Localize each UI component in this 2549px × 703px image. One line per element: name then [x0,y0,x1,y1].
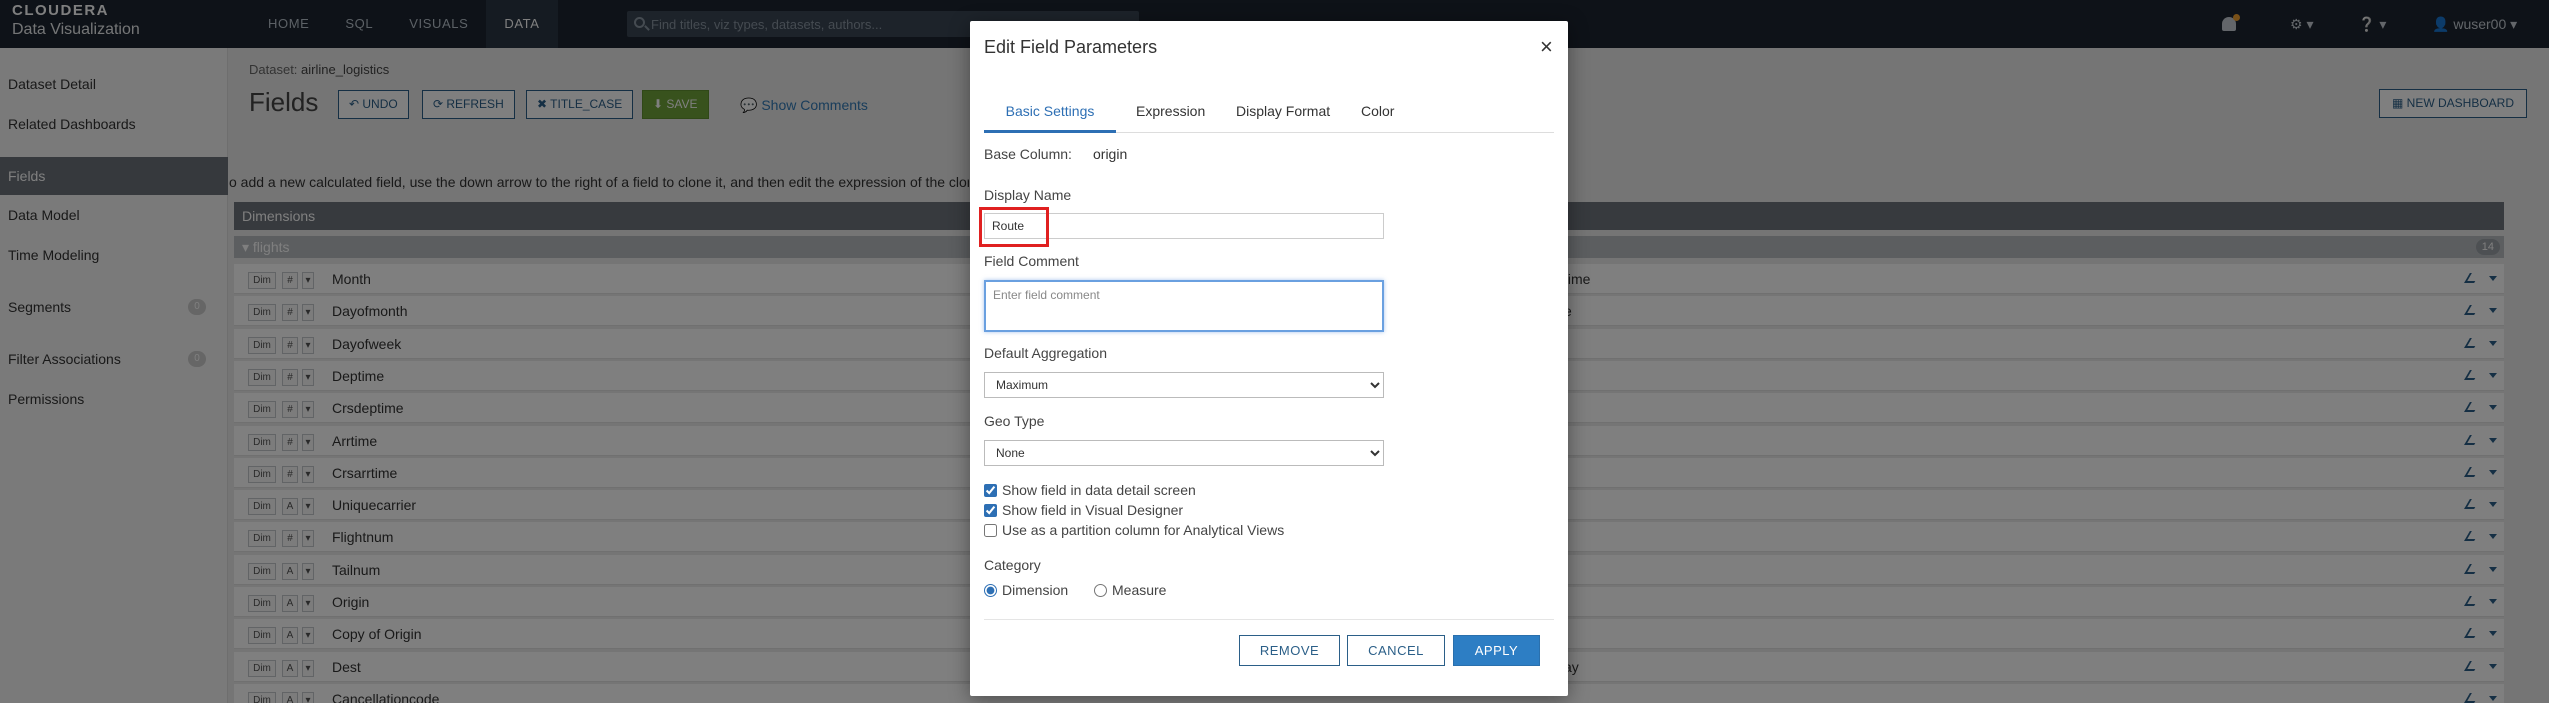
checkbox-label: Show field in data detail screen [1002,482,1196,498]
edit-field-modal: Edit Field Parameters × Basic Settings E… [970,21,1568,696]
base-column-label: Base Column: [984,146,1072,162]
tab-display-format[interactable]: Display Format [1226,97,1340,133]
checkbox[interactable] [984,503,997,517]
radio[interactable] [1094,583,1107,597]
radio-label: Dimension [1002,582,1069,598]
partition-column-checkbox[interactable]: Use as a partition column for Analytical… [984,522,1284,538]
base-column-value: origin [1093,146,1128,162]
checkbox-label: Use as a partition column for Analytical… [1002,522,1285,538]
checkbox[interactable] [984,483,997,497]
default-aggregation-label: Default Aggregation [984,345,1107,361]
tab-expression[interactable]: Expression [1126,97,1215,133]
category-label: Category [984,557,1041,573]
show-in-detail-checkbox[interactable]: Show field in data detail screen [984,482,1196,498]
remove-button[interactable]: REMOVE [1239,635,1340,666]
checkbox[interactable] [984,523,997,537]
cancel-button[interactable]: CANCEL [1347,635,1445,666]
geo-type-label: Geo Type [984,413,1045,429]
modal-tabs: Basic Settings Expression Display Format… [984,97,1554,133]
radio[interactable] [984,583,997,597]
checkbox-label: Show field in Visual Designer [1002,502,1184,518]
modal-footer-divider [984,619,1554,620]
close-icon[interactable]: × [1540,34,1553,60]
category-dimension-radio[interactable]: Dimension [984,582,1068,598]
default-aggregation-select[interactable]: Maximum [984,372,1384,398]
category-measure-radio[interactable]: Measure [1094,582,1166,598]
highlight-box [979,207,1049,247]
radio-label: Measure [1112,582,1167,598]
display-name-label: Display Name [984,187,1072,203]
tab-color[interactable]: Color [1351,97,1404,133]
show-in-designer-checkbox[interactable]: Show field in Visual Designer [984,502,1183,518]
field-comment-input[interactable] [984,280,1384,332]
geo-type-select[interactable]: None [984,440,1384,466]
modal-title: Edit Field Parameters [984,37,1158,57]
tab-basic-settings[interactable]: Basic Settings [984,97,1116,133]
field-comment-label: Field Comment [984,253,1079,269]
apply-button[interactable]: APPLY [1453,635,1540,666]
